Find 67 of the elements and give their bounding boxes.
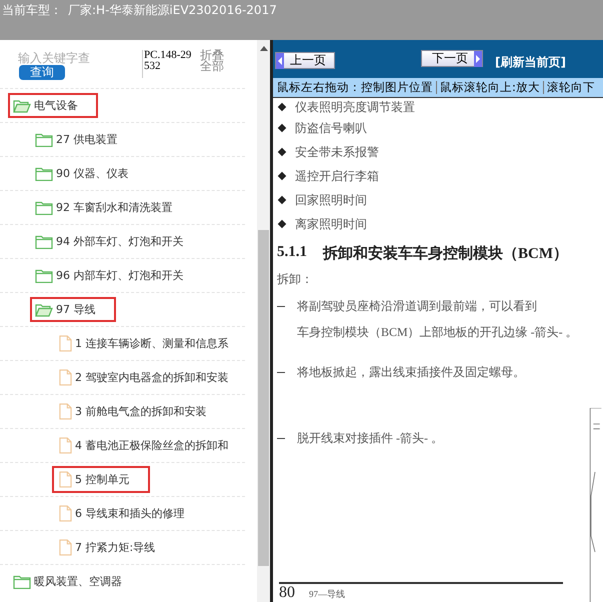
open-folder-icon — [35, 302, 53, 316]
folder-icon — [35, 166, 53, 180]
document-icon — [59, 403, 72, 420]
bullet-icon — [278, 148, 286, 156]
tree-item[interactable]: 电气设备 — [8, 93, 98, 118]
bullet-icon — [278, 196, 286, 204]
search-button[interactable]: 查询 — [19, 65, 65, 80]
tree-item[interactable]: 1 连接车辆诊断、测量和信息系 — [52, 330, 234, 357]
tree-item[interactable]: 暖风装置、空调器 — [8, 569, 128, 594]
hint-text: 鼠标滚轮向上:放大 — [440, 80, 540, 95]
document-icon — [59, 505, 72, 522]
vehicle-label: 当前车型： — [2, 2, 62, 19]
bullet-icon — [278, 220, 286, 228]
tree-item[interactable]: 27 供电装置 — [30, 127, 124, 152]
tree-item[interactable]: 3 前舱电气盒的拆卸和安装 — [52, 398, 212, 425]
tree-item[interactable]: 92 车窗刮水和清洗装置 — [30, 195, 178, 220]
dash-mark — [277, 306, 285, 307]
previous-page-button[interactable]: 上一页 — [275, 52, 335, 69]
bullet-text: 遥控开启行李箱 — [295, 169, 379, 183]
hint-text: 鼠标左右拖动：控制图片位置 — [277, 80, 433, 95]
folder-icon — [35, 200, 53, 214]
tree-item[interactable]: 2 驾驶室内电器盒的拆卸和安装 — [52, 364, 234, 391]
step-text: 脱开线束对接插件 -箭头- 。 — [297, 430, 443, 447]
document-icon — [59, 437, 72, 454]
bullet-text: 回家照明时间 — [295, 193, 367, 207]
bullet-text: 安全带未系报警 — [295, 145, 379, 159]
tree-item[interactable]: 96 内部车灯、灯泡和开关 — [30, 263, 190, 288]
tree-item[interactable]: 6 导线束和插头的修理 — [52, 500, 190, 527]
tree-item[interactable]: 94 外部车灯、灯泡和开关 — [30, 229, 190, 254]
part-code: PC.148-29532 — [142, 50, 194, 78]
refresh-link[interactable]: [刷新当前页] — [495, 54, 566, 71]
document-icon — [59, 369, 72, 386]
document-icon — [59, 335, 72, 352]
next-page-button[interactable]: 下一页 — [421, 50, 483, 67]
search-field[interactable]: 输入关键字查 — [18, 50, 130, 65]
bullet-text: 仪表照明亮度调节装置 — [295, 100, 415, 114]
tree-item[interactable]: 5 控制单元 — [52, 466, 150, 493]
page-number: 80 — [279, 584, 295, 602]
vehicle-name: 厂家:H-华泰新能源iEV2302016-2017 — [68, 2, 277, 19]
step-text: 车身控制模块（BCM）上部地板的开孔边缘 -箭头- 。 — [297, 324, 578, 341]
bullet-icon — [278, 172, 286, 180]
bullet-icon — [278, 124, 286, 132]
section-number: 5.1.1 — [277, 244, 307, 262]
scrollbar[interactable] — [257, 40, 270, 602]
bullet-icon — [278, 102, 286, 112]
folder-icon — [35, 132, 53, 146]
section-heading: 拆卸和安装车车身控制模块（BCM） — [323, 244, 568, 263]
dash-mark — [277, 372, 285, 373]
folder-icon — [13, 574, 31, 588]
collapse-all-link[interactable]: 折叠全部 — [200, 50, 234, 88]
bullet-text: 防盗信号喇叭 — [295, 121, 367, 135]
page-footer: 97—导线 — [309, 588, 345, 601]
folder-icon — [35, 268, 53, 282]
open-folder-icon — [13, 98, 31, 112]
document-icon — [59, 471, 72, 488]
tree-item[interactable]: 97 导线 — [30, 297, 116, 322]
tree-item[interactable]: 90 仪器、仪表 — [30, 161, 134, 186]
hint-text: 滚轮向下 — [546, 80, 595, 95]
dash-mark — [277, 438, 285, 439]
bullet-text: 离家照明时间 — [295, 217, 367, 231]
document-icon — [59, 539, 72, 556]
tree-item[interactable]: 4 蓄电池正极保险丝盒的拆卸和 — [52, 432, 234, 459]
tree-item[interactable]: 7 拧紧力矩:导线 — [52, 534, 162, 561]
folder-icon — [35, 234, 53, 248]
step-text: 将地板掀起，露出线束插接件及固定螺母。 — [297, 364, 525, 381]
step-text: 将副驾驶员座椅沿滑道调到最前端，可以看到 — [297, 298, 538, 315]
subheading: 拆卸： — [277, 271, 314, 288]
